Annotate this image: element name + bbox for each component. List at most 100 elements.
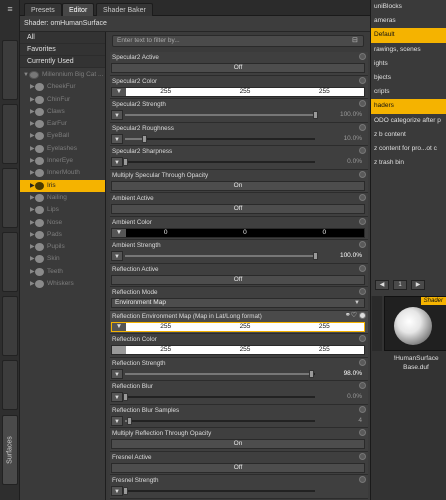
color-menu-arrow-icon[interactable]: ▼ [112,322,126,331]
color-r[interactable]: 255 [126,346,205,354]
tree-item[interactable]: ▶ EyeBall [20,130,105,142]
collapse-arrow-icon[interactable]: ▶ [30,155,35,167]
slider-value[interactable]: 100.0% [340,110,362,120]
tree-item[interactable]: ▶ InnerMouth [20,167,105,179]
filter-options-icon[interactable]: ⊟ [352,37,360,45]
slider-menu-arrow-icon[interactable]: ▼ [111,110,123,120]
color-g[interactable]: 255 [205,346,284,354]
toggle-button[interactable]: Off [111,63,365,73]
color-g[interactable]: 0 [205,229,284,237]
property-options-icon[interactable] [359,53,366,60]
value-slider[interactable]: ▼ 98.0% [111,368,365,379]
toggle-button[interactable]: Off [111,204,365,214]
tree-item[interactable]: ▶ ChinFur [20,94,105,106]
collapse-arrow-icon[interactable]: ▶ [30,167,35,179]
tree-item[interactable]: ▶ Nose [20,217,105,229]
slider-value[interactable]: 98.0% [344,369,362,379]
color-field[interactable]: ▼ 255 255 255 [111,86,365,97]
slider-value[interactable]: 0.0% [347,392,362,402]
tree-item[interactable]: ▶ Skin [20,253,105,265]
slider-track[interactable] [125,369,315,378]
property-options-icon[interactable] [359,264,366,272]
slider-track[interactable] [125,252,318,260]
property-options-icon[interactable] [359,100,366,107]
tree-item[interactable]: ▶ Claws [20,106,105,118]
toggle-button[interactable]: On [111,180,365,191]
collapse-arrow-icon[interactable]: ▶ [30,217,35,229]
value-slider[interactable]: ▼ [111,486,365,496]
preset-thumbnail-humansurface[interactable]: Shader [384,296,446,351]
slider-value[interactable]: 100.0% [340,251,362,261]
property-options-icon[interactable] [359,147,366,154]
tree-item[interactable]: ▶ Lips [20,204,105,216]
map-action-icons[interactable]: ⚭♡ [345,311,357,319]
library-folder-item[interactable]: z content for pro...ot c [371,142,446,156]
property-options-icon[interactable] [359,123,366,131]
library-folder-item[interactable]: bjects [371,71,446,85]
property-options-icon[interactable] [359,241,366,248]
library-folder-item[interactable]: uniBlocks [371,0,446,14]
slider-handle[interactable] [313,111,318,119]
slider-value[interactable]: 10.0% [344,134,362,144]
library-folder-item[interactable]: rawings, scenes [371,43,446,57]
side-tab-blank-5[interactable] [2,296,18,356]
slider-menu-arrow-icon[interactable]: ▼ [111,486,123,496]
slider-handle[interactable] [309,369,315,378]
slider-handle[interactable] [123,487,128,495]
library-folder-item[interactable]: cripts [371,85,446,99]
slider-handle[interactable] [123,393,128,401]
slider-value[interactable]: 4 [358,416,362,426]
library-folder-item[interactable]: z b content [371,128,446,142]
tree-item[interactable]: ▶ Iris [20,179,105,192]
slider-menu-arrow-icon[interactable]: ▼ [111,415,123,426]
color-field[interactable]: 255 255 255 [111,345,365,355]
side-tab-blank-2[interactable] [2,104,18,164]
collapse-arrow-icon[interactable]: ▶ [30,180,35,192]
tab-shader-baker[interactable]: Shader Baker [96,3,153,16]
collapse-arrow-icon[interactable]: ▶ [30,253,35,265]
collapse-arrow-icon[interactable]: ▶ [30,143,35,155]
color-field[interactable]: ▼ 255 255 255 [111,321,365,332]
color-b[interactable]: 255 [285,88,364,96]
tab-editor[interactable]: Editor [62,3,95,16]
side-tab-blank-1[interactable] [2,40,18,100]
color-menu-arrow-icon[interactable]: ▼ [112,87,126,96]
library-folder-item[interactable]: ights [371,57,446,71]
value-slider[interactable]: ▼ 0.0% [111,392,365,402]
slider-menu-arrow-icon[interactable]: ▼ [111,251,123,261]
collapse-arrow-icon[interactable]: ▶ [30,278,35,290]
property-options-icon[interactable] [359,217,366,225]
property-options-icon[interactable] [359,452,366,460]
slider-track[interactable] [123,487,315,495]
page-prev-button[interactable]: ◀ [375,280,389,290]
value-slider[interactable]: ▼ 0.0% [111,157,365,167]
property-options-icon[interactable] [359,358,366,366]
tree-item[interactable]: ▶ Pads [20,229,105,241]
side-tab-surfaces[interactable]: Surfaces [2,415,18,485]
color-g[interactable]: 255 [205,88,284,96]
mode-dropdown[interactable]: Environment Map ▼ [111,298,365,308]
menu-icon[interactable]: ≡ [5,4,15,14]
collapse-arrow-icon[interactable]: ▶ [30,118,35,130]
collapse-arrow-icon[interactable]: ▶ [30,106,35,118]
library-folder-item[interactable]: z trash bin [371,156,446,170]
color-field[interactable]: ▼ 0 0 0 [111,227,365,238]
property-options-icon[interactable] [359,382,366,389]
slider-track[interactable] [125,111,318,119]
toggle-button[interactable]: Off [111,274,365,285]
toggle-button[interactable]: On [111,439,365,449]
slider-track[interactable] [123,158,315,166]
side-tab-blank-4[interactable] [2,232,18,292]
page-number[interactable]: 1 [393,280,407,290]
tree-item[interactable]: ▶ Eyelashes [20,143,105,155]
value-slider[interactable]: ▼ 100.0% [111,110,365,120]
slider-track[interactable] [125,134,315,143]
page-next-button[interactable]: ▶ [411,280,425,290]
color-r[interactable]: 255 [126,88,205,96]
color-menu-arrow-icon[interactable]: ▼ [112,228,126,237]
collapse-arrow-icon[interactable]: ▶ [30,81,35,93]
tree-item[interactable]: ▶ Teeth [20,266,105,278]
category-favorites[interactable]: Favorites [20,44,105,56]
collapse-arrow-icon[interactable]: ▶ [30,229,35,241]
tab-presets[interactable]: Presets [24,3,62,16]
